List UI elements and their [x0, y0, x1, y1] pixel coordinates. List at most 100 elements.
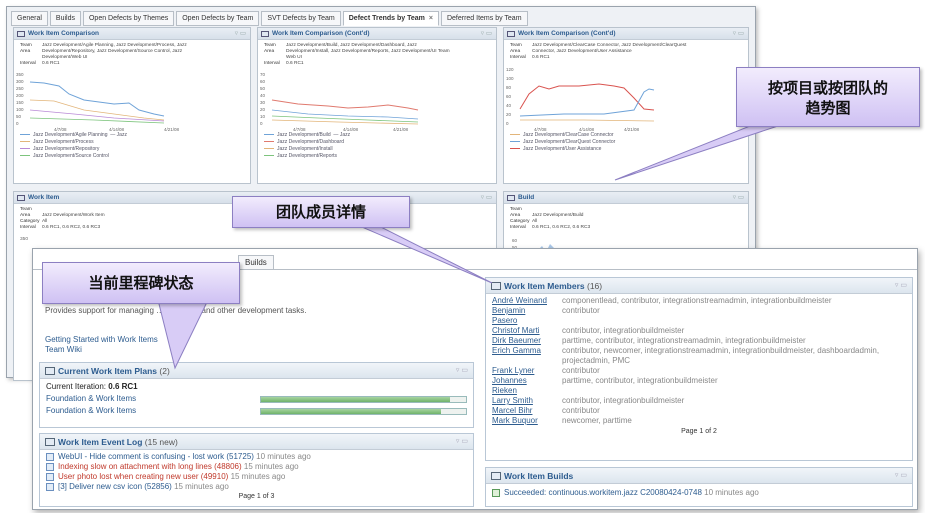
member-row: Johannes Rieken parttime, contributor, in…: [486, 376, 912, 396]
members-pager[interactable]: Page 1 of 2: [486, 428, 912, 435]
plan-link[interactable]: Foundation & Work Items: [46, 406, 260, 416]
tab-open-defects-themes[interactable]: Open Defects by Themes: [82, 11, 175, 26]
work-item-icon: [46, 462, 54, 471]
meta-value: Jazz Development/ClearCase Connector, Ja…: [532, 43, 687, 48]
series-line: [271, 109, 419, 120]
meta-value: Jazz Development/Work Item: [42, 213, 105, 218]
legend-entry: Jazz Development/Agile Planning: [33, 132, 108, 138]
meta-value: Development/Install, Jazz Development/Re…: [286, 49, 450, 54]
tab-deferred-items[interactable]: Deferred Items by Team: [440, 11, 528, 26]
widget-menu-icon[interactable]: ▿ ▭: [456, 434, 468, 450]
y-tick: 80: [506, 85, 512, 90]
y-tick: 100: [16, 107, 24, 112]
log-entry-time: 10 minutes ago: [256, 452, 311, 461]
progress-fill: [261, 408, 442, 414]
member-name[interactable]: Larry Smith: [492, 396, 562, 406]
meta-key: Interval: [510, 55, 526, 60]
member-roles: contributor, newcomer, integrationstream…: [562, 346, 880, 365]
description-prefix: Provides support for managing: [45, 306, 154, 315]
y-tick: 60: [260, 79, 266, 84]
log-entry[interactable]: User photo lost when creating new user (…: [46, 472, 467, 482]
y-tick: 70: [260, 72, 266, 77]
work-item-builds: Work Item Builds ▿ ▭ Succeeded: continuou…: [485, 467, 913, 507]
dashboard-tabs: General Builds Open Defects by Themes Op…: [11, 11, 528, 27]
member-name[interactable]: Dirk Baeumer: [492, 336, 562, 346]
log-entry-text: [3] Deliver new csv icon (52856): [58, 482, 172, 491]
y-tick: 120: [506, 67, 514, 72]
member-name[interactable]: Benjamin Pasero: [492, 306, 538, 326]
plan-link[interactable]: Foundation & Work Items: [46, 394, 260, 404]
work-item-comparison-widget: Work Item Comparison ▿ ▭ Team Jazz Develop…: [13, 27, 251, 184]
line-chart: 706050403020100 4/7/08 4/14/08 4/21/08: [260, 72, 419, 132]
meta-key: Interval: [20, 61, 36, 66]
member-name[interactable]: Johannes Rieken: [492, 376, 538, 396]
widget-menu-icon[interactable]: ▿ ▭: [456, 363, 468, 379]
meta-value: Development/Web UI: [42, 55, 88, 60]
member-name[interactable]: Marcel Bihr: [492, 406, 562, 416]
series-line: [29, 117, 165, 124]
member-name[interactable]: Christof Marti: [492, 326, 562, 336]
member-roles: contributor, integrationbuildmeister: [562, 396, 685, 405]
work-item-comparison-contd-2-widget: Work Item Comparison (Cont'd) ▿ ▭ Team Jaz…: [503, 27, 749, 184]
widget-menu-icon[interactable]: ▿ ▭: [481, 28, 492, 40]
y-tick: 20: [506, 112, 512, 117]
build-entry[interactable]: Succeeded: continuous.workitem.jazz C200…: [486, 484, 912, 502]
callout-text: 团队成员详情: [275, 203, 366, 221]
widget-menu-icon[interactable]: ▿ ▭: [733, 28, 744, 40]
member-roles: parttime, contributor, integrationbuildm…: [562, 376, 718, 385]
chart-icon: [17, 195, 25, 201]
member-name[interactable]: Mark Buquor: [492, 416, 562, 426]
tab-defect-trends[interactable]: Defect Trends by Team ×: [342, 11, 439, 26]
legend-entry: Jazz Development/ClearCase Connector: [523, 132, 614, 138]
widget-menu-icon[interactable]: ▿ ▭: [895, 468, 907, 484]
meta-value: Development/Repository, Jazz Development…: [42, 49, 183, 54]
series-line: [519, 88, 655, 117]
members-title: Work Item Members: [504, 281, 585, 291]
tab-open-defects-team[interactable]: Open Defects by Team: [176, 11, 260, 26]
legend-entry: Jazz: [116, 132, 127, 138]
meta-key: Interval: [510, 225, 526, 230]
log-icon: [45, 438, 55, 446]
y-tick: 60: [512, 238, 518, 243]
log-entry[interactable]: WebUI - Hide comment is confusing - lost…: [46, 452, 467, 462]
tab-builds[interactable]: Builds: [49, 11, 81, 26]
legend-entry: Jazz Development/User Assistance: [523, 146, 602, 152]
meta-value: 0.6 RC1: [532, 55, 550, 60]
y-tick: 60: [506, 94, 512, 99]
log-entry-time: 15 minutes ago: [230, 472, 286, 481]
widget-menu-icon[interactable]: ▿ ▭: [733, 192, 744, 204]
milestone-callout: 当前里程碑状态: [42, 262, 240, 304]
log-entry[interactable]: [3] Deliver new csv icon (52856) 15 minu…: [46, 482, 467, 492]
member-row: Benjamin Pasero contributor: [486, 306, 912, 326]
chart-legend: Jazz Development/Build — Jazz Jazz Devel…: [258, 132, 496, 160]
close-icon[interactable]: ×: [429, 15, 433, 22]
tab-builds[interactable]: Builds: [245, 258, 267, 267]
x-tick: 4/21/08: [164, 127, 180, 132]
meta-value: 0.6 RC1, 0.6 RC2, 0.6 RC3: [532, 225, 591, 230]
legend-entry: Jazz Development/Source Control: [33, 153, 109, 159]
tab-svt-defects[interactable]: SVT Defects by Team: [261, 11, 341, 26]
meta-value: All: [532, 219, 538, 224]
getting-started-link[interactable]: Getting Started with Work Items: [45, 335, 158, 344]
build-link[interactable]: Succeeded: continuous.workitem.jazz C200…: [504, 488, 702, 497]
meta-key: Team Area: [20, 207, 32, 218]
x-tick: 4/21/08: [393, 127, 409, 132]
widget-menu-icon[interactable]: ▿ ▭: [235, 28, 246, 40]
series-line: [271, 115, 419, 123]
team-wiki-link[interactable]: Team Wiki: [45, 345, 82, 354]
builds-title: Work Item Builds: [504, 471, 574, 481]
member-name[interactable]: Frank Lyner: [492, 366, 562, 376]
meta-value: Connector, Jazz Development/User Assista…: [532, 49, 632, 54]
member-name[interactable]: André Weinand: [492, 296, 562, 306]
tab-general[interactable]: General: [11, 11, 48, 26]
log-entry[interactable]: Indexing slow on attachment with long li…: [46, 462, 467, 472]
widget-menu-icon[interactable]: ▿ ▭: [895, 278, 907, 294]
member-name[interactable]: Erich Gamma: [492, 346, 562, 366]
meta-value: Web UI: [286, 55, 302, 60]
widget-menu-icon[interactable]: ▿ ▭: [481, 192, 492, 204]
log-pager[interactable]: Page 1 of 3: [46, 493, 467, 500]
callout-text: 按项目或按团队的趋势图: [767, 79, 888, 117]
y-tick: 350: [20, 237, 29, 242]
y-tick: 0: [16, 121, 19, 126]
y-tick: 0: [260, 121, 263, 126]
